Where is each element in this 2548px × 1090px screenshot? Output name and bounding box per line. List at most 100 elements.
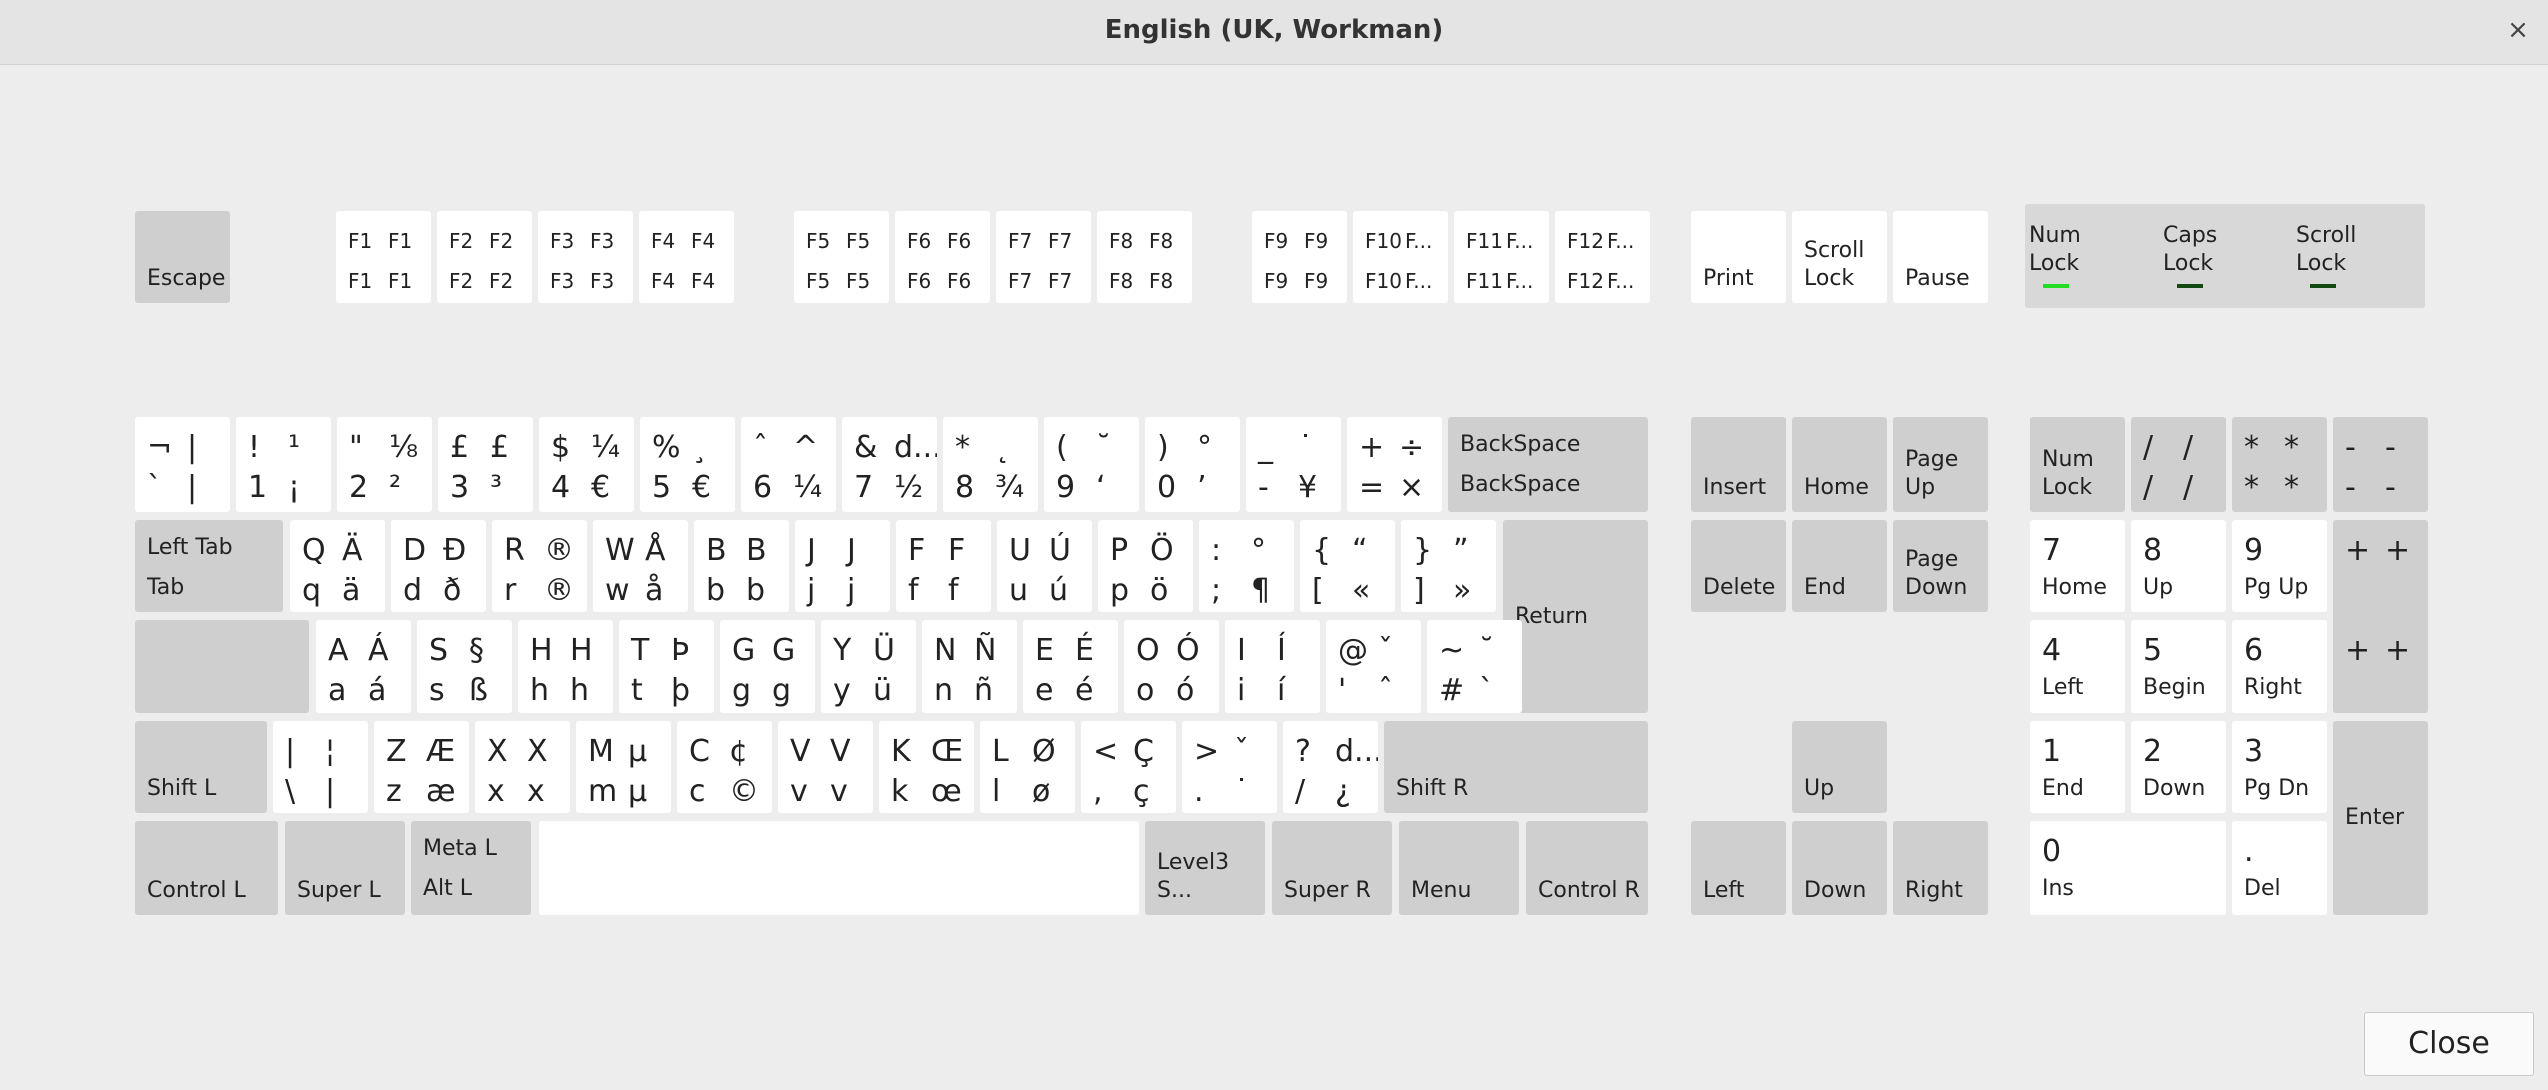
key-number-row[interactable]: $ ¼ 4 € — [539, 417, 634, 512]
key-numpad-6[interactable]: 6 Right — [2232, 620, 2327, 713]
key-number-row[interactable]: & d... 7 ½ — [842, 417, 937, 512]
key-top-row[interactable]: DĐdð — [391, 520, 486, 612]
key-numpad-3[interactable]: 3 Pg Dn — [2232, 721, 2327, 813]
key-home-row[interactable]: TÞtþ — [619, 620, 714, 713]
key-top-row[interactable]: WÅwå — [593, 520, 688, 612]
key-number-row[interactable]: (˘ 9 ‘ — [1044, 417, 1139, 512]
key-escape[interactable]: Escape — [135, 211, 230, 303]
key-f1[interactable]: F1 F1 F1 F1 — [336, 211, 431, 303]
key-numpad-1[interactable]: 1 End — [2030, 721, 2125, 813]
key-top-row[interactable]: PÖpö — [1098, 520, 1193, 612]
key-f12[interactable]: F12 F... F12 F... — [1555, 211, 1650, 303]
key-home-row[interactable]: HHhh — [518, 620, 613, 713]
key-space[interactable] — [539, 821, 1139, 915]
key-number-row[interactable]: % ¸ 5 € — [640, 417, 735, 512]
key-delete[interactable]: Delete — [1691, 520, 1786, 612]
key-home-row[interactable]: @ ˇ ' ˆ — [1326, 620, 1421, 713]
key-arrow-left[interactable]: Left — [1691, 821, 1786, 915]
key-caps-lock[interactable] — [135, 620, 309, 713]
key-numpad-enter[interactable]: Enter — [2333, 721, 2428, 915]
key-bottom-row[interactable]: ? d... / ¿ — [1283, 721, 1378, 813]
key-return[interactable]: Return — [1503, 520, 1648, 713]
key-numpad-5[interactable]: 5 Begin — [2131, 620, 2226, 713]
key-number-row[interactable]: + ÷ = × — [1347, 417, 1442, 512]
key-numpad-minus[interactable]: ---- — [2333, 417, 2428, 512]
key-insert[interactable]: Insert — [1691, 417, 1786, 512]
key-number-row[interactable]: " ⅛ 2 ² — [337, 417, 432, 512]
key-super-right[interactable]: Super R — [1272, 821, 1392, 915]
key-number-row[interactable]: * ˛ 8 ¾ — [943, 417, 1038, 512]
key-numpad-9[interactable]: 9 Pg Up — [2232, 520, 2327, 612]
key-numpad-divide[interactable]: / / / / — [2131, 417, 2226, 512]
key-bottom-row[interactable]: LØlø — [980, 721, 1075, 813]
key-f6[interactable]: F6 F6 F6 F6 — [895, 211, 990, 303]
key-shift-left[interactable]: Shift L — [135, 721, 267, 813]
key-f8[interactable]: F8 F8 F8 F8 — [1097, 211, 1192, 303]
key-top-row[interactable]: FFff — [896, 520, 991, 612]
key-f9[interactable]: F9 F9 F9 F9 — [1252, 211, 1347, 303]
key-arrow-down[interactable]: Down — [1792, 821, 1887, 915]
key-number-row[interactable]: _ ˙ - ¥ — [1246, 417, 1341, 512]
key-top-row[interactable]: R ® r ® — [492, 520, 587, 612]
key-home-row[interactable]: S § s ß — [417, 620, 512, 713]
key-f5[interactable]: F5 F5 F5 F5 — [794, 211, 889, 303]
key-f4[interactable]: F4 F4 F4 F4 — [639, 211, 734, 303]
key-bottom-row[interactable]: XXxx — [475, 721, 570, 813]
key-f11[interactable]: F11 F... F11 F... — [1454, 211, 1549, 303]
key-numpad-plus[interactable]: + + + + — [2333, 520, 2428, 713]
key-number-row[interactable]: ) ° 0 ’ — [1145, 417, 1240, 512]
key-top-row[interactable]: UÚuú — [997, 520, 1092, 612]
key-bottom-row[interactable]: KŒkœ — [879, 721, 974, 813]
key-home-row[interactable]: ~ ˘ # ` — [1427, 620, 1522, 713]
key-top-row[interactable]: QÄqä — [290, 520, 385, 612]
key-backspace[interactable]: BackSpace BackSpace — [1448, 417, 1648, 512]
key-level3-shift[interactable]: Level3 S... — [1145, 821, 1265, 915]
key-top-row[interactable]: } ”] » — [1401, 520, 1496, 612]
key-page-up[interactable]: Page Up — [1893, 417, 1988, 512]
key-number-row[interactable]: ¬ | ` | — [135, 417, 230, 512]
key-numpad-4[interactable]: 4 Left — [2030, 620, 2125, 713]
key-menu[interactable]: Menu — [1399, 821, 1519, 915]
key-tab[interactable]: Left Tab Tab — [135, 520, 283, 612]
key-bottom-row[interactable]: ZÆzæ — [374, 721, 469, 813]
key-f2[interactable]: F2 F2 F2 F2 — [437, 211, 532, 303]
key-page-down[interactable]: Page Down — [1893, 520, 1988, 612]
key-alt-left[interactable]: Meta L Alt L — [411, 821, 531, 915]
key-numpad-decimal[interactable]: . Del — [2232, 821, 2327, 915]
key-number-row[interactable]: ! ¹ 1 ¡ — [236, 417, 331, 512]
key-scroll-lock[interactable]: Scroll Lock — [1792, 211, 1887, 303]
key-arrow-up[interactable]: Up — [1792, 721, 1887, 813]
key-home-row[interactable]: YÜyü — [821, 620, 916, 713]
key-f10[interactable]: F10 F... F10 F... — [1353, 211, 1448, 303]
key-bottom-row[interactable]: < Ç, ç — [1081, 721, 1176, 813]
key-home-row[interactable]: OÓoó — [1124, 620, 1219, 713]
key-numpad-2[interactable]: 2 Down — [2131, 721, 2226, 813]
close-button[interactable]: Close — [2364, 1012, 2534, 1076]
key-pause[interactable]: Pause — [1893, 211, 1988, 303]
key-super-left[interactable]: Super L — [285, 821, 405, 915]
key-num-lock[interactable]: Num Lock — [2030, 417, 2125, 512]
key-bottom-row[interactable]: C ¢ c © — [677, 721, 772, 813]
key-home-row[interactable]: EÉeé — [1023, 620, 1118, 713]
key-top-row[interactable]: {“ [« — [1300, 520, 1395, 612]
key-numpad-0[interactable]: 0 Ins — [2030, 821, 2226, 915]
key-home-row[interactable]: GGgg — [720, 620, 815, 713]
key-top-row[interactable]: BBbb — [694, 520, 789, 612]
key-numpad-7[interactable]: 7 Home — [2030, 520, 2125, 612]
key-numpad-8[interactable]: 8 Up — [2131, 520, 2226, 612]
key-home-row[interactable]: NÑnñ — [922, 620, 1017, 713]
key-control-right[interactable]: Control R — [1526, 821, 1648, 915]
key-f3[interactable]: F3 F3 F3 F3 — [538, 211, 633, 303]
key-home[interactable]: Home — [1792, 417, 1887, 512]
key-number-row[interactable]: £ £3 ³ — [438, 417, 533, 512]
key-shift-right[interactable]: Shift R — [1384, 721, 1648, 813]
close-icon[interactable]: × — [2500, 12, 2536, 48]
key-number-row[interactable]: ˆ ^ 6 ¼ — [741, 417, 836, 512]
key-bottom-row[interactable]: VVvv — [778, 721, 873, 813]
key-arrow-right[interactable]: Right — [1893, 821, 1988, 915]
key-control-left[interactable]: Control L — [135, 821, 278, 915]
key-end[interactable]: End — [1792, 520, 1887, 612]
key-home-row[interactable]: AÁaá — [316, 620, 411, 713]
key-bottom-row[interactable]: Mµmµ — [576, 721, 671, 813]
key-top-row[interactable]: JJjj — [795, 520, 890, 612]
